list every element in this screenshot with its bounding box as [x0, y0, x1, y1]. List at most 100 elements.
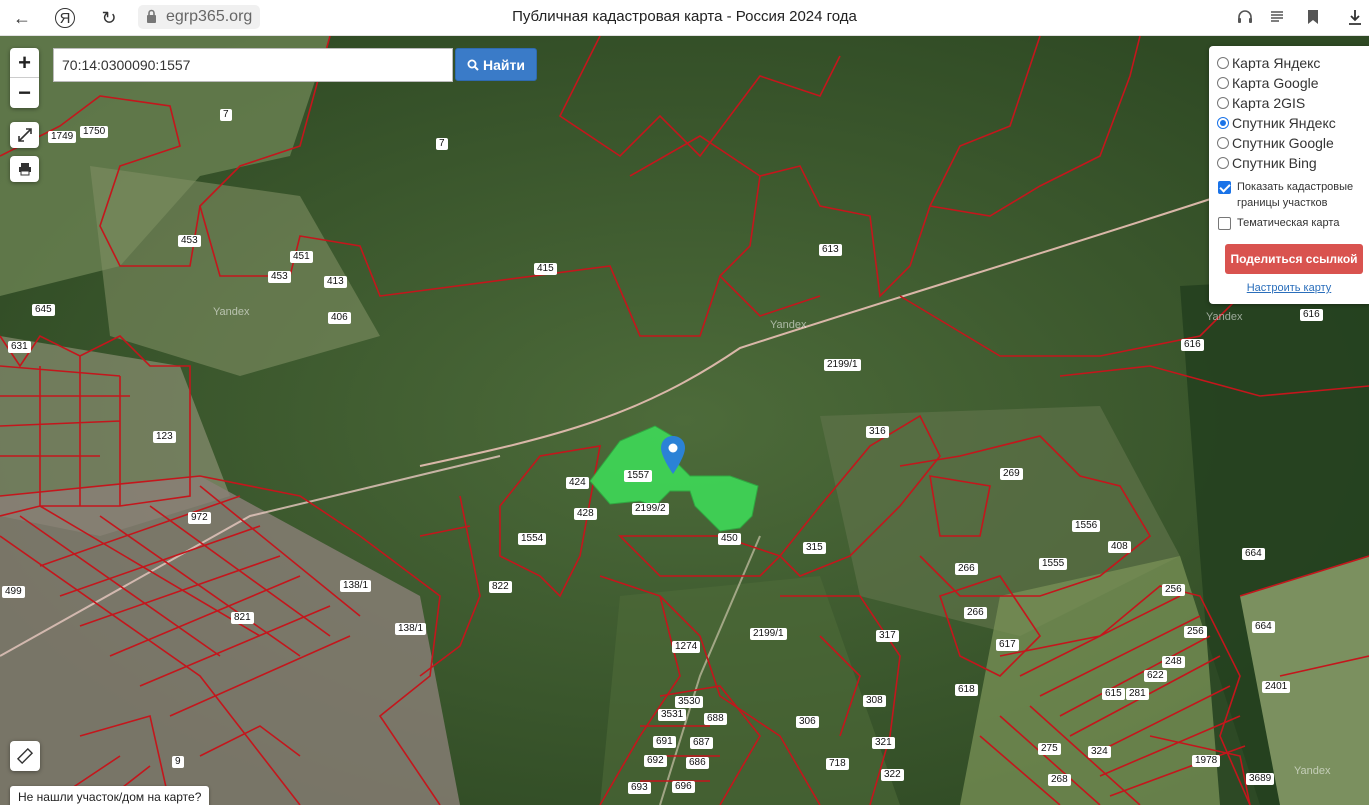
parcel-number-label[interactable]: 692: [644, 755, 667, 767]
parcel-number-label[interactable]: 696: [672, 781, 695, 793]
layer-radio[interactable]: [1217, 117, 1229, 129]
headphones-icon[interactable]: [1236, 8, 1254, 26]
parcel-number-label[interactable]: 664: [1252, 621, 1275, 633]
fullscreen-button[interactable]: [10, 122, 39, 148]
print-button[interactable]: [10, 156, 39, 182]
layer-option[interactable]: Спутник Bing: [1217, 153, 1369, 173]
parcel-number-label[interactable]: 1274: [672, 641, 701, 653]
layer-option[interactable]: Карта Google: [1217, 73, 1369, 93]
parcel-number-label[interactable]: 275: [1038, 743, 1061, 755]
parcel-number-label[interactable]: 138/1: [395, 623, 427, 635]
parcel-number-label[interactable]: 688: [704, 713, 727, 725]
parcel-number-label[interactable]: 308: [863, 695, 886, 707]
layer-radio[interactable]: [1217, 137, 1229, 149]
parcel-number-label[interactable]: 428: [574, 508, 597, 520]
parcel-number-label[interactable]: 406: [328, 312, 351, 324]
parcel-number-label[interactable]: 413: [324, 276, 347, 288]
parcel-number-label[interactable]: 138/1: [340, 580, 372, 592]
parcel-number-label[interactable]: 3689: [1246, 773, 1275, 785]
layer-option[interactable]: Карта 2GIS: [1217, 93, 1369, 113]
parcel-number-label[interactable]: 269: [1000, 468, 1023, 480]
parcel-number-label[interactable]: 3531: [658, 709, 687, 721]
parcel-number-label[interactable]: 123: [153, 431, 176, 443]
parcel-number-label[interactable]: 631: [8, 341, 31, 353]
parcel-number-label[interactable]: 248: [1162, 656, 1185, 668]
parcel-number-label[interactable]: 9: [172, 756, 184, 768]
parcel-number-label[interactable]: 324: [1088, 746, 1111, 758]
parcel-number-label[interactable]: 7: [220, 109, 232, 121]
parcel-number-label[interactable]: 2401: [1262, 681, 1291, 693]
parcel-number-label[interactable]: 7: [436, 138, 448, 150]
parcel-number-label[interactable]: 613: [819, 244, 842, 256]
parcel-number-label[interactable]: 317: [876, 630, 899, 642]
parcel-number-label[interactable]: 322: [881, 769, 904, 781]
parcel-number-label[interactable]: 686: [686, 757, 709, 769]
parcel-number-label[interactable]: 1750: [80, 126, 109, 138]
parcel-number-label[interactable]: 499: [2, 586, 25, 598]
parcel-number-label[interactable]: 3530: [675, 696, 704, 708]
parcel-number-label[interactable]: 1978: [1192, 755, 1221, 767]
parcel-number-label[interactable]: 691: [653, 736, 676, 748]
show-borders-checkbox[interactable]: [1218, 181, 1231, 194]
show-borders-option[interactable]: Показать кадастровые границы участков: [1217, 179, 1369, 211]
parcel-number-label[interactable]: 616: [1300, 309, 1323, 321]
parcel-number-label[interactable]: 256: [1184, 626, 1207, 638]
layer-option[interactable]: Спутник Яндекс: [1217, 113, 1369, 133]
parcel-number-label[interactable]: 618: [955, 684, 978, 696]
parcel-number-label[interactable]: 693: [628, 782, 651, 794]
setup-map-link[interactable]: Настроить карту: [1209, 282, 1369, 294]
parcel-number-label[interactable]: 1555: [1039, 558, 1068, 570]
parcel-number-label[interactable]: 822: [489, 581, 512, 593]
parcel-number-label[interactable]: 266: [964, 607, 987, 619]
share-link-button[interactable]: Поделиться ссылкой: [1225, 244, 1363, 274]
parcel-number-label[interactable]: 1749: [48, 131, 77, 143]
layer-radio[interactable]: [1217, 57, 1229, 69]
thematic-map-option[interactable]: Тематическая карта: [1217, 215, 1369, 231]
parcel-number-label[interactable]: 2199/1: [750, 628, 787, 640]
ruler-button[interactable]: [10, 741, 40, 771]
parcel-number-label[interactable]: 453: [178, 235, 201, 247]
parcel-number-label[interactable]: 1557: [624, 470, 653, 482]
parcel-number-label[interactable]: 664: [1242, 548, 1265, 560]
parcel-number-label[interactable]: 615: [1102, 688, 1125, 700]
parcel-number-label[interactable]: 321: [872, 737, 895, 749]
search-button[interactable]: Найти: [455, 48, 537, 81]
parcel-number-label[interactable]: 256: [1162, 584, 1185, 596]
parcel-number-label[interactable]: 266: [955, 563, 978, 575]
layer-radio[interactable]: [1217, 97, 1229, 109]
layer-option[interactable]: Карта Яндекс: [1217, 53, 1369, 73]
thematic-map-checkbox[interactable]: [1218, 217, 1231, 230]
parcel-number-label[interactable]: 645: [32, 304, 55, 316]
parcel-number-label[interactable]: 408: [1108, 541, 1131, 553]
parcel-number-label[interactable]: 1556: [1072, 520, 1101, 532]
parcel-number-label[interactable]: 306: [796, 716, 819, 728]
cadastral-search-input[interactable]: [53, 48, 453, 82]
not-found-link[interactable]: Не нашли участок/дом на карте?: [10, 786, 210, 805]
bookmark-icon[interactable]: [1304, 8, 1322, 26]
parcel-number-label[interactable]: 617: [996, 639, 1019, 651]
parcel-number-label[interactable]: 2199/1: [824, 359, 861, 371]
zoom-in-button[interactable]: +: [10, 48, 39, 78]
layer-radio[interactable]: [1217, 77, 1229, 89]
cadastral-map[interactable]: 7 7 1749 1750 453 451 453 413 415 406 645 631 123 613…: [0, 36, 1369, 805]
parcel-number-label[interactable]: 821: [231, 612, 254, 624]
parcel-number-label[interactable]: 687: [690, 737, 713, 749]
zoom-out-button[interactable]: −: [10, 78, 39, 108]
download-icon[interactable]: [1346, 8, 1364, 26]
parcel-number-label[interactable]: 415: [534, 263, 557, 275]
layer-radio[interactable]: [1217, 157, 1229, 169]
reader-mode-icon[interactable]: [1268, 8, 1286, 26]
parcel-number-label[interactable]: 718: [826, 758, 849, 770]
parcel-number-label[interactable]: 451: [290, 251, 313, 263]
parcel-number-label[interactable]: 972: [188, 512, 211, 524]
parcel-number-label[interactable]: 315: [803, 542, 826, 554]
parcel-number-label[interactable]: 1554: [518, 533, 547, 545]
parcel-number-label[interactable]: 424: [566, 477, 589, 489]
parcel-number-label[interactable]: 268: [1048, 774, 1071, 786]
parcel-number-label[interactable]: 2199/2: [632, 503, 669, 515]
layer-option[interactable]: Спутник Google: [1217, 133, 1369, 153]
parcel-number-label[interactable]: 450: [718, 533, 741, 545]
parcel-number-label[interactable]: 616: [1181, 339, 1204, 351]
parcel-number-label[interactable]: 453: [268, 271, 291, 283]
parcel-number-label[interactable]: 622: [1144, 670, 1167, 682]
